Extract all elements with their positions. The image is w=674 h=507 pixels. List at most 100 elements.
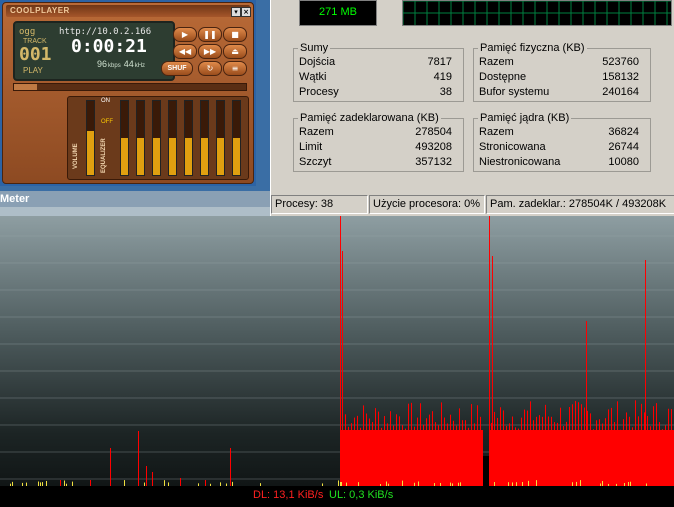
traffic-bar bbox=[586, 321, 587, 486]
traffic-meter bbox=[0, 216, 674, 507]
traffic-bar bbox=[375, 408, 376, 486]
eq-on-label[interactable]: ON bbox=[101, 98, 110, 104]
eq-band-level bbox=[153, 138, 160, 175]
traffic-bar bbox=[351, 423, 352, 486]
sumy-row-value: 419 bbox=[433, 71, 452, 83]
seek-progress bbox=[14, 84, 38, 90]
next-button[interactable]: ▶▶ bbox=[198, 44, 222, 59]
eq-off-label[interactable]: OFF bbox=[101, 119, 113, 125]
eq-band-slider[interactable] bbox=[232, 100, 241, 176]
traffic-bar bbox=[432, 411, 433, 486]
task-manager-window: 271 MB Sumy Pamięć fizyczna (KB) Pamięć … bbox=[270, 0, 674, 216]
traffic-bar bbox=[399, 416, 400, 486]
shuffle-button[interactable]: SHUF bbox=[161, 61, 193, 76]
eq-band-slider[interactable] bbox=[200, 100, 209, 176]
volume-level bbox=[87, 130, 94, 175]
previous-button[interactable]: ◀◀ bbox=[173, 44, 197, 59]
traffic-bar bbox=[641, 403, 642, 486]
play-button[interactable]: ▶ bbox=[173, 27, 197, 42]
khz-unit: kHz bbox=[134, 63, 146, 69]
traffic-bar bbox=[492, 256, 493, 486]
fizyczna-row: Razem 523760 bbox=[479, 55, 643, 70]
zadeklarowana-row-value: 493208 bbox=[415, 141, 452, 153]
traffic-bar bbox=[420, 403, 421, 486]
close-icon[interactable]: × bbox=[241, 7, 251, 17]
traffic-bar bbox=[566, 421, 567, 486]
traffic-bar bbox=[405, 428, 406, 486]
traffic-bar bbox=[110, 448, 111, 486]
traffic-bar bbox=[390, 411, 391, 486]
coolplayer-title: COOLPLAYER bbox=[10, 6, 70, 15]
elapsed-time: 0:00:21 bbox=[71, 36, 147, 57]
traffic-bar bbox=[417, 417, 418, 486]
traffic-bar bbox=[545, 404, 546, 486]
jadra-row-value: 26744 bbox=[608, 141, 639, 153]
traffic-bar bbox=[626, 412, 627, 486]
traffic-bar bbox=[599, 419, 600, 486]
traffic-bar bbox=[569, 407, 570, 486]
traffic-bar bbox=[587, 410, 588, 486]
sumy-row-label: Procesy bbox=[299, 86, 339, 98]
traffic-bar bbox=[342, 251, 343, 486]
playlist-button[interactable]: ≡ bbox=[223, 61, 247, 76]
play-icon: ▶ bbox=[181, 30, 189, 39]
traffic-bar bbox=[632, 427, 633, 486]
coolplayer-window: COOLPLAYER ▾ × ogg TRACK 001 PLAY http:/… bbox=[0, 0, 256, 186]
download-rate: DL: 13,1 KiB/s bbox=[253, 489, 324, 501]
traffic-bar bbox=[629, 416, 630, 486]
sumy-row: Procesy 38 bbox=[299, 85, 456, 100]
eq-band-slider[interactable] bbox=[136, 100, 145, 176]
traffic-bar bbox=[524, 409, 525, 486]
traffic-bar bbox=[551, 416, 552, 486]
stop-icon: ■ bbox=[231, 30, 239, 39]
traffic-bar bbox=[518, 428, 519, 486]
pause-button[interactable]: ❚❚ bbox=[198, 27, 222, 42]
eq-band-slider[interactable] bbox=[168, 100, 177, 176]
eq-band-slider[interactable] bbox=[120, 100, 129, 176]
eq-band-level bbox=[185, 138, 192, 175]
traffic-bar bbox=[644, 412, 645, 486]
minimize-icon[interactable]: ▾ bbox=[231, 7, 241, 17]
volume-slider[interactable] bbox=[86, 100, 95, 176]
stop-button[interactable]: ■ bbox=[223, 27, 247, 42]
traffic-bar bbox=[590, 413, 591, 486]
traffic-bar bbox=[515, 427, 516, 486]
bitrate-display: 96kbps 44kHz bbox=[97, 59, 148, 69]
traffic-bar bbox=[387, 423, 388, 486]
traffic-bar bbox=[369, 418, 370, 486]
traffic-bar bbox=[563, 426, 564, 486]
traffic-bar bbox=[366, 413, 367, 486]
repeat-button[interactable]: ↻ bbox=[198, 61, 222, 76]
fizyczna-title: Pamięć fizyczna (KB) bbox=[480, 42, 585, 54]
status-commit: Pam. zadeklar.: 278504K / 493208K bbox=[486, 195, 674, 214]
eq-band-slider[interactable] bbox=[184, 100, 193, 176]
eject-button[interactable]: ⏏ bbox=[223, 44, 247, 59]
traffic-bar bbox=[539, 415, 540, 486]
fizyczna-row: Dostępne 158132 bbox=[479, 70, 643, 85]
traffic-bar bbox=[423, 424, 424, 486]
eq-band-slider[interactable] bbox=[152, 100, 161, 176]
traffic-bar bbox=[617, 401, 618, 486]
traffic-bar bbox=[635, 400, 636, 486]
traffic-bar bbox=[605, 418, 606, 486]
memory-usage-graph: 271 MB bbox=[299, 0, 377, 26]
eq-band-slider[interactable] bbox=[216, 100, 225, 176]
traffic-bar bbox=[477, 405, 478, 486]
sumy-row-value: 7817 bbox=[427, 56, 452, 68]
traffic-bar bbox=[471, 404, 472, 486]
jadra-row-label: Niestronicowana bbox=[479, 156, 561, 168]
coolplayer-body: COOLPLAYER ▾ × ogg TRACK 001 PLAY http:/… bbox=[2, 2, 254, 184]
play-state: PLAY bbox=[23, 66, 43, 75]
format-label: ogg bbox=[19, 27, 36, 37]
zadeklarowana-title: Pamięć zadeklarowana (KB) bbox=[300, 112, 439, 124]
traffic-bar bbox=[638, 416, 639, 486]
memory-usage-value: 271 MB bbox=[319, 6, 357, 18]
traffic-gap bbox=[483, 456, 489, 486]
traffic-bar bbox=[468, 427, 469, 486]
seek-bar[interactable] bbox=[13, 83, 247, 91]
coolplayer-titlebar[interactable]: COOLPLAYER ▾ × bbox=[6, 5, 251, 17]
fizyczna-row-value: 158132 bbox=[602, 71, 639, 83]
eject-icon: ⏏ bbox=[231, 47, 239, 56]
status-cpu: Użycie procesora: 0% bbox=[369, 195, 485, 214]
traffic-bar bbox=[138, 431, 139, 486]
